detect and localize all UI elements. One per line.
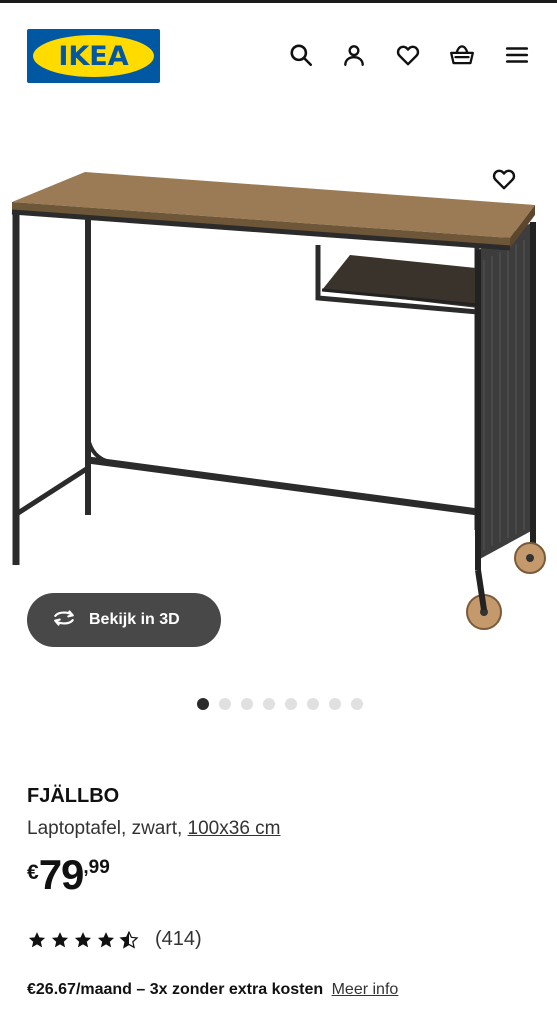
status-bar-edge <box>0 0 557 3</box>
gallery-dot[interactable] <box>351 698 363 710</box>
search-icon[interactable] <box>286 40 316 70</box>
logo-ellipse: IKEA <box>33 35 154 77</box>
product-rating[interactable]: (414) <box>27 928 202 951</box>
ikea-logo[interactable]: IKEA <box>27 29 160 83</box>
gallery-dot[interactable] <box>285 698 297 710</box>
product-image <box>11 172 546 630</box>
more-info-link[interactable]: Meer info <box>332 981 399 998</box>
star-full-icon <box>27 930 47 950</box>
star-full-icon <box>50 930 70 950</box>
gallery-dot[interactable] <box>307 698 319 710</box>
rating-stars <box>27 930 139 950</box>
financing-info: €26.67/maand – 3x zonder extra kosten Me… <box>27 981 398 999</box>
gallery-dot[interactable] <box>219 698 231 710</box>
gallery-dot[interactable] <box>241 698 253 710</box>
gallery-pagination <box>197 698 363 710</box>
add-to-favorites-icon[interactable] <box>488 164 520 194</box>
product-description: Laptoptafel, zwart, 100x36 cm <box>27 818 281 840</box>
star-half-icon <box>119 930 139 950</box>
gallery-dot[interactable] <box>197 698 209 710</box>
product-price: € 79 ,99 <box>27 854 110 896</box>
price-integer: 79 <box>38 851 85 898</box>
financing-text: €26.67/maand – 3x zonder extra kosten <box>27 981 324 998</box>
review-count: (414) <box>155 928 202 950</box>
gallery-dot[interactable] <box>263 698 275 710</box>
gallery-dot[interactable] <box>329 698 341 710</box>
price-currency: € <box>27 861 39 884</box>
star-full-icon <box>73 930 93 950</box>
product-type: Laptoptafel, zwart, <box>27 818 188 839</box>
view-3d-button[interactable]: Bekijk in 3D <box>27 593 221 647</box>
basket-icon[interactable] <box>447 40 477 70</box>
view-3d-label: Bekijk in 3D <box>89 611 180 628</box>
logo-wordmark: IKEA <box>58 40 129 72</box>
rotate-3d-icon <box>51 605 77 636</box>
user-icon[interactable] <box>339 40 369 70</box>
menu-icon[interactable] <box>502 40 532 70</box>
product-name: FJÄLLBO <box>27 785 120 807</box>
star-full-icon <box>96 930 116 950</box>
size-link[interactable]: 100x36 cm <box>188 818 281 839</box>
heart-icon[interactable] <box>393 40 423 70</box>
price-decimals: ,99 <box>83 857 110 878</box>
